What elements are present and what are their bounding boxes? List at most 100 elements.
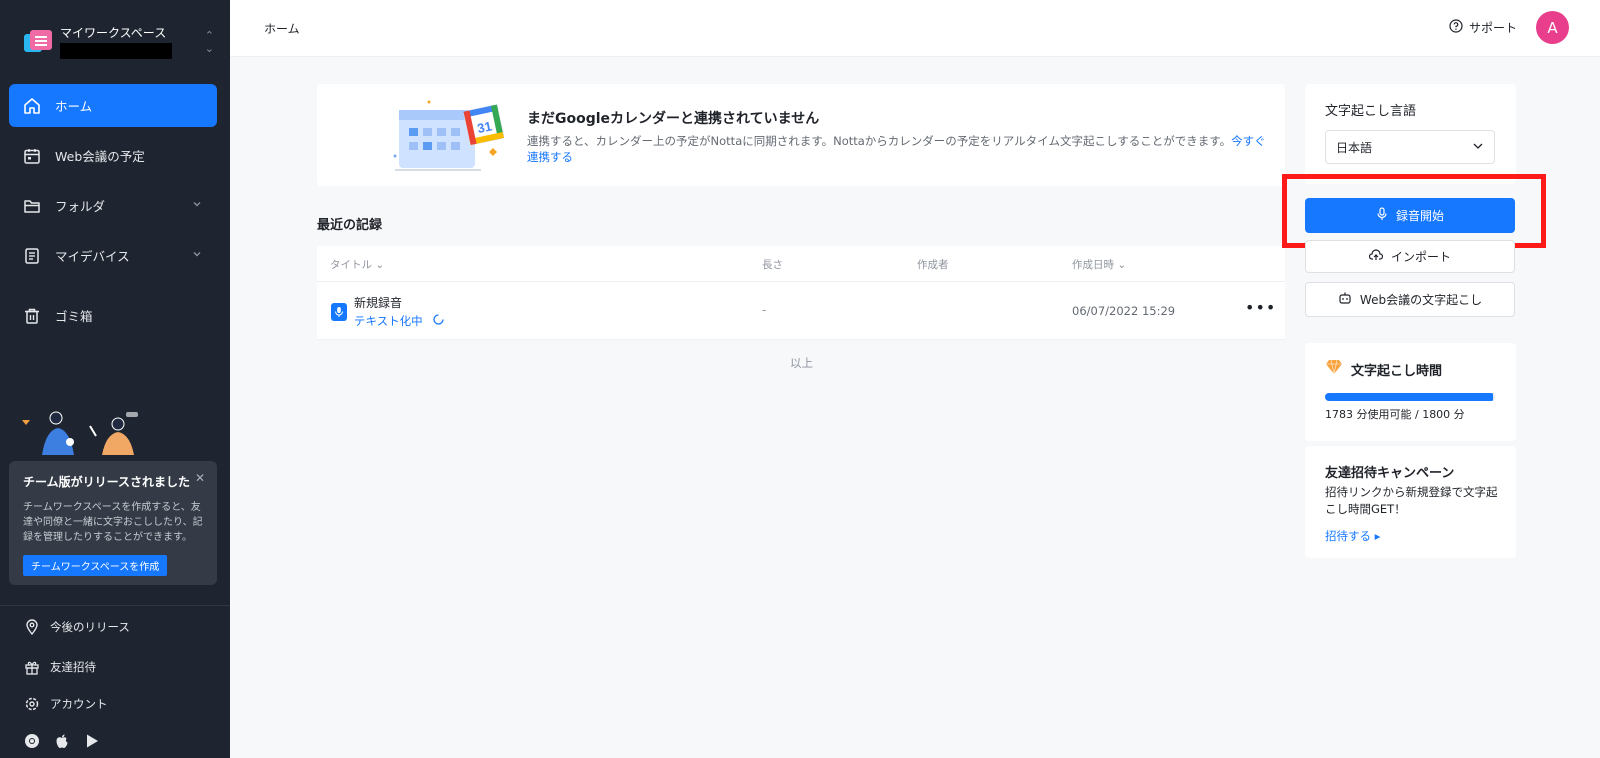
chevron-down-icon: ⌄ — [375, 259, 385, 271]
workspace-text: マイワークスペース — [60, 25, 197, 59]
team-illustration — [20, 410, 150, 460]
invite-campaign-card: 友達招待キャンペーン 招待リンクから新規登録で文字起こし時間GET！ 招待する … — [1305, 446, 1516, 558]
workspace-name: マイワークスペース — [60, 26, 167, 40]
invite-link[interactable]: 招待する ▸ — [1325, 528, 1380, 544]
caret-right-icon: ▸ — [1374, 529, 1381, 543]
time-remaining-text: 1783 分使用可能 / 1800 分 — [1325, 408, 1465, 421]
end-of-list: 以上 — [790, 356, 813, 370]
calendar-icon — [23, 147, 41, 165]
robot-icon — [1338, 291, 1352, 308]
column-created[interactable]: 作成日時 ⌄ — [1072, 257, 1126, 272]
sidebar-divider — [0, 605, 230, 606]
close-icon[interactable]: ✕ — [195, 471, 205, 485]
sidebar-item-trash[interactable]: ゴミ箱 — [9, 294, 217, 337]
time-title: 文字起こし時間 — [1325, 359, 1442, 379]
avatar[interactable]: A — [1536, 11, 1569, 44]
top-bar: ホーム サポート A — [230, 0, 1600, 57]
gift-icon — [24, 659, 40, 675]
record-status: テキスト化中 — [354, 313, 444, 329]
folder-icon — [23, 197, 41, 215]
highlight-box — [1282, 174, 1546, 248]
transcription-time-card: 文字起こし時間 1783 分使用可能 / 1800 分 — [1305, 343, 1516, 441]
banner-title: まだGoogleカレンダーと連携されていません — [527, 111, 820, 127]
home-icon — [23, 97, 41, 115]
calendar-connect-banner: 31 まだGoogleカレンダーと連携されていません 連携すると、カレンダー上の… — [317, 84, 1285, 186]
time-progress-bar — [1325, 393, 1495, 401]
language-title: 文字起こし言語 — [1325, 104, 1417, 119]
record-date: 06/07/2022 15:29 — [1072, 304, 1176, 318]
promo-title: チーム版がリリースされました — [23, 475, 191, 489]
breadcrumb: ホーム — [264, 22, 300, 36]
google-play-icon[interactable] — [84, 733, 100, 752]
workspace-switcher[interactable]: マイワークスペース ⌃ ⌄ — [24, 24, 214, 60]
column-label: 作成日時 — [1072, 259, 1114, 271]
sidebar-item-upcoming-releases[interactable]: 今後のリリース — [24, 619, 130, 635]
sidebar-item-invite-friends[interactable]: 友達招待 — [24, 659, 96, 675]
promo-description: チームワークスペースを作成すると、友達や同僚と一緒に文字おこししたり、記録を管理… — [23, 502, 203, 543]
sidebar-item-label: 友達招待 — [50, 660, 96, 674]
loading-spinner-icon — [433, 314, 444, 328]
calendar-illustration: 31 — [389, 96, 509, 176]
chevron-down-icon[interactable] — [191, 248, 203, 263]
banner-description: 連携すると、カレンダー上の予定がNottaに同期されます。Nottaからカレンダ… — [527, 133, 1277, 165]
web-meeting-transcribe-button[interactable]: Web会議の文字起こし — [1305, 282, 1515, 317]
diamond-icon — [1325, 359, 1343, 379]
device-list-icon — [23, 247, 41, 265]
app-store-links — [24, 733, 100, 752]
sidebar-item-meetings[interactable]: Web会議の予定 — [9, 134, 217, 177]
time-progress-fill — [1325, 393, 1494, 401]
recent-records-table: タイトル ⌄ 長さ 作成者 作成日時 ⌄ 新規録音 テキスト化中 - 06/07… — [317, 246, 1285, 340]
table-header: タイトル ⌄ 長さ 作成者 作成日時 ⌄ — [317, 246, 1285, 282]
chevron-down-icon — [1472, 140, 1484, 155]
sidebar-item-devices[interactable]: マイデバイス — [9, 234, 217, 277]
help-circle-icon — [1449, 19, 1463, 36]
chrome-icon[interactable] — [24, 733, 40, 752]
sidebar-item-label: Web会議の予定 — [55, 149, 145, 164]
chevron-down-icon: ⌄ — [1117, 259, 1127, 271]
invite-description: 招待リンクから新規登録で文字起こし時間GET！ — [1325, 485, 1498, 516]
sidebar-item-label: フォルダ — [55, 199, 106, 214]
sidebar: マイワークスペース ⌃ ⌄ ホーム Web会議の予定 フォルダ マイデバイス ゴ… — [0, 0, 230, 758]
location-pin-icon — [24, 619, 40, 635]
sidebar-item-label: 今後のリリース — [50, 620, 130, 634]
banner-description-text: 連携すると、カレンダー上の予定がNottaに同期されます。Nottaからカレンダ… — [527, 134, 1232, 148]
transcription-language-card: 文字起こし言語 日本語 — [1305, 84, 1516, 184]
sidebar-item-label: ホーム — [55, 99, 93, 114]
sidebar-item-account[interactable]: アカウント — [24, 696, 108, 712]
import-button[interactable]: インポート — [1305, 240, 1515, 273]
sidebar-item-label: アカウント — [50, 697, 108, 711]
apple-icon[interactable] — [54, 733, 70, 752]
team-release-promo: チーム版がリリースされました ✕ チームワークスペースを作成すると、友達や同僚と… — [9, 461, 217, 585]
calendar-day-label: 31 — [476, 118, 493, 136]
invite-title: 友達招待キャンペーン — [1325, 466, 1455, 481]
column-length: 長さ — [762, 259, 783, 271]
invite-link-label: 招待する — [1325, 529, 1371, 543]
column-label: タイトル — [330, 259, 372, 271]
web-meeting-label: Web会議の文字起こし — [1359, 293, 1483, 307]
column-author: 作成者 — [917, 259, 949, 271]
recent-records-title: 最近の記録 — [317, 218, 383, 233]
time-title-label: 文字起こし時間 — [1351, 363, 1443, 379]
create-team-workspace-button[interactable]: チームワークスペースを作成 — [23, 555, 168, 576]
record-title[interactable]: 新規録音 — [354, 294, 402, 311]
language-select[interactable]: 日本語 — [1325, 130, 1495, 164]
redacted-email — [60, 43, 172, 59]
support-label: サポート — [1469, 21, 1518, 35]
sidebar-item-folders[interactable]: フォルダ — [9, 184, 217, 227]
chevron-down-icon[interactable] — [191, 198, 203, 213]
language-value: 日本語 — [1336, 140, 1373, 155]
record-length: - — [762, 303, 767, 317]
more-options-icon[interactable]: ••• — [1245, 298, 1276, 317]
sidebar-item-label: ゴミ箱 — [55, 309, 93, 324]
import-label: インポート — [1390, 250, 1451, 264]
support-link[interactable]: サポート — [1449, 19, 1517, 36]
updown-chevron-icon: ⌃ ⌄ — [204, 29, 214, 55]
gear-icon — [24, 696, 40, 712]
sidebar-item-home[interactable]: ホーム — [9, 84, 217, 127]
sidebar-item-label: マイデバイス — [55, 249, 130, 264]
table-row[interactable]: 新規録音 テキスト化中 - 06/07/2022 15:29 ••• — [317, 282, 1285, 340]
cloud-upload-icon — [1368, 249, 1384, 264]
column-title[interactable]: タイトル ⌄ — [330, 257, 384, 272]
microphone-icon — [331, 303, 347, 321]
status-label: テキスト化中 — [354, 314, 423, 328]
